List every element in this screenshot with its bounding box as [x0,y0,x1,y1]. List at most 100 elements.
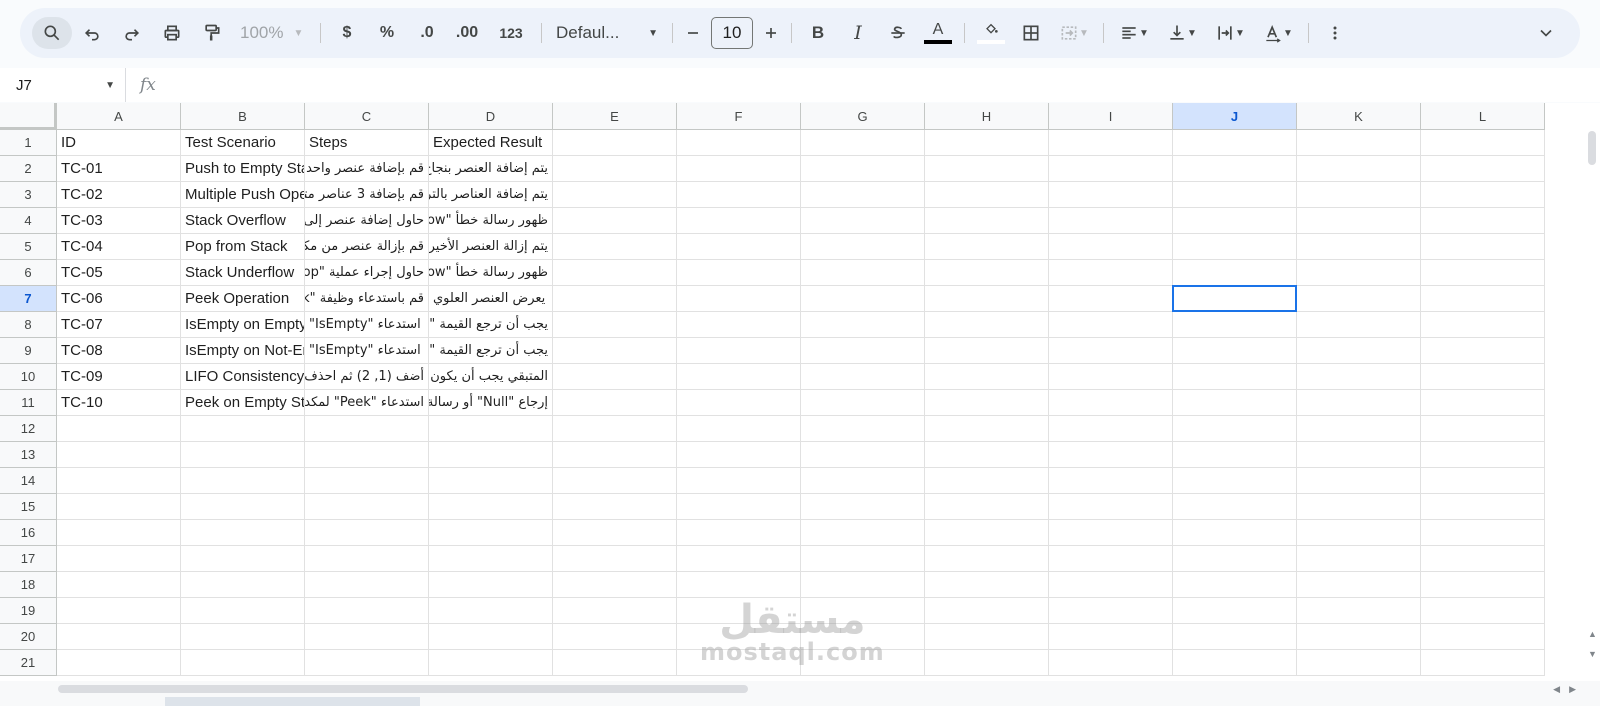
scroll-right-arrow-icon[interactable]: ▶ [1569,684,1576,695]
cell-i15[interactable] [1049,494,1173,520]
search-menus-button[interactable] [32,17,72,49]
cell-h12[interactable] [925,416,1049,442]
cell-g17[interactable] [801,546,925,572]
cell-e7[interactable] [553,286,677,312]
column-header-a[interactable]: A [57,103,181,130]
cell-j4[interactable] [1173,208,1297,234]
cell-a15[interactable] [57,494,181,520]
cell-a1[interactable]: ID [57,130,181,156]
cell-d21[interactable] [429,650,553,676]
cell-g12[interactable] [801,416,925,442]
column-header-d[interactable]: D [429,103,553,130]
cell-l10[interactable] [1421,364,1545,390]
fill-color-button[interactable] [971,17,1011,49]
row-header-20[interactable]: 20 [0,624,57,650]
cell-j18[interactable] [1173,572,1297,598]
cell-f16[interactable] [677,520,801,546]
cell-l11[interactable] [1421,390,1545,416]
cell-g14[interactable] [801,468,925,494]
cell-e15[interactable] [553,494,677,520]
cell-c3[interactable]: قم بإضافة 3 عناصر متتالية [305,182,429,208]
column-header-l[interactable]: L [1421,103,1545,130]
cell-l9[interactable] [1421,338,1545,364]
horizontal-scroll-thumb[interactable] [58,685,748,693]
cell-k9[interactable] [1297,338,1421,364]
cell-d3[interactable]: يتم إضافة العناصر بالترتيب [429,182,553,208]
cell-f3[interactable] [677,182,801,208]
cell-i17[interactable] [1049,546,1173,572]
cell-k1[interactable] [1297,130,1421,156]
cell-f14[interactable] [677,468,801,494]
cell-e17[interactable] [553,546,677,572]
cell-l17[interactable] [1421,546,1545,572]
cell-a6[interactable]: TC-05 [57,260,181,286]
cell-b12[interactable] [181,416,305,442]
font-size-increase-button[interactable] [757,17,785,49]
more-options-button[interactable] [1315,17,1355,49]
cell-e18[interactable] [553,572,677,598]
column-header-i[interactable]: I [1049,103,1173,130]
cell-b7[interactable]: Peek Operation [181,286,305,312]
cell-g6[interactable] [801,260,925,286]
cell-g3[interactable] [801,182,925,208]
cell-h4[interactable] [925,208,1049,234]
cell-g1[interactable] [801,130,925,156]
cell-d10[interactable]: المتبقي يجب أن يكون [429,364,553,390]
cell-a16[interactable] [57,520,181,546]
cell-l20[interactable] [1421,624,1545,650]
print-button[interactable] [152,17,192,49]
cell-b16[interactable] [181,520,305,546]
cell-k8[interactable] [1297,312,1421,338]
cell-a21[interactable] [57,650,181,676]
cell-h13[interactable] [925,442,1049,468]
cell-e14[interactable] [553,468,677,494]
row-header-21[interactable]: 21 [0,650,57,676]
font-family-select[interactable]: Defaul... ▼ [548,17,666,49]
cell-a19[interactable] [57,598,181,624]
cell-l8[interactable] [1421,312,1545,338]
cell-e16[interactable] [553,520,677,546]
cell-g11[interactable] [801,390,925,416]
cell-l3[interactable] [1421,182,1545,208]
cell-a7[interactable]: TC-06 [57,286,181,312]
cell-h1[interactable] [925,130,1049,156]
cell-c5[interactable]: قم بإزالة عنصر من مكدس [305,234,429,260]
strikethrough-button[interactable] [878,17,918,49]
cell-l16[interactable] [1421,520,1545,546]
cell-g15[interactable] [801,494,925,520]
cell-d12[interactable] [429,416,553,442]
cell-h10[interactable] [925,364,1049,390]
cell-l14[interactable] [1421,468,1545,494]
cell-f9[interactable] [677,338,801,364]
cell-j1[interactable] [1173,130,1297,156]
cell-b14[interactable] [181,468,305,494]
cell-k5[interactable] [1297,234,1421,260]
cell-b3[interactable]: Multiple Push Operations [181,182,305,208]
cell-g4[interactable] [801,208,925,234]
cell-j20[interactable] [1173,624,1297,650]
cell-j15[interactable] [1173,494,1297,520]
cell-j11[interactable] [1173,390,1297,416]
cell-d4[interactable]: ظهور رسالة خطأ "Overflow" [429,208,553,234]
active-cell-selection[interactable] [1172,285,1297,312]
cell-a10[interactable]: TC-09 [57,364,181,390]
cell-a2[interactable]: TC-01 [57,156,181,182]
cell-e11[interactable] [553,390,677,416]
cell-i1[interactable] [1049,130,1173,156]
column-header-e[interactable]: E [553,103,677,130]
cell-j16[interactable] [1173,520,1297,546]
text-wrapping-button[interactable]: ▼ [1206,17,1254,49]
column-header-h[interactable]: H [925,103,1049,130]
cell-c11[interactable]: استدعاء "Peek" لمكدس [305,390,429,416]
row-header-1[interactable]: 1 [0,130,57,156]
row-header-8[interactable]: 8 [0,312,57,338]
cell-k7[interactable] [1297,286,1421,312]
cell-a11[interactable]: TC-10 [57,390,181,416]
cell-h20[interactable] [925,624,1049,650]
cell-k10[interactable] [1297,364,1421,390]
row-header-2[interactable]: 2 [0,156,57,182]
cell-i12[interactable] [1049,416,1173,442]
cell-b18[interactable] [181,572,305,598]
cell-i13[interactable] [1049,442,1173,468]
collapse-toolbar-button[interactable] [1526,17,1566,49]
